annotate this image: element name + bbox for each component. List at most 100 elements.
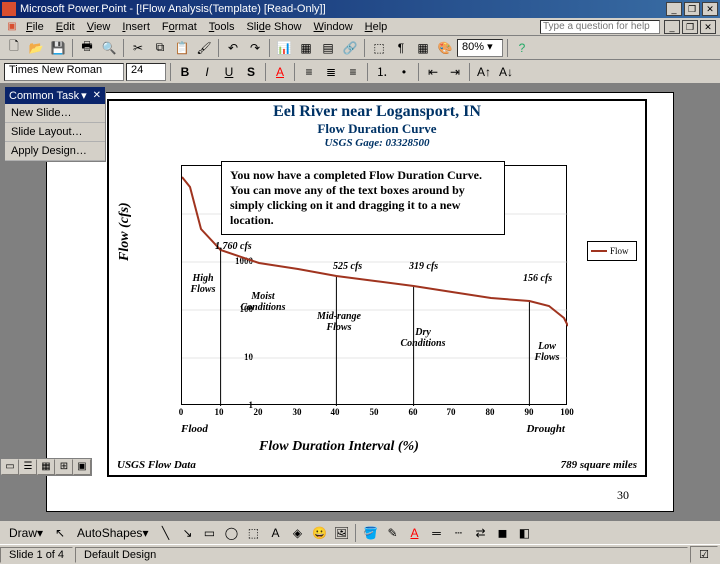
bullets-icon[interactable]: • — [394, 62, 414, 82]
taskpane-apply-design[interactable]: Apply Design… — [5, 142, 105, 161]
fontsize-select[interactable]: 24 — [126, 63, 166, 81]
statusbar: Slide 1 of 4 Default Design ☑ — [0, 544, 720, 564]
xtick-20: 20 — [254, 407, 263, 417]
menubar: ▣ File Edit View Insert Format Tools Sli… — [0, 18, 720, 36]
legend-line-icon — [591, 250, 607, 252]
xtick-90: 90 — [525, 407, 534, 417]
new-icon[interactable]: 🗋 — [4, 38, 24, 58]
sorter-view-icon[interactable]: ⊞ — [55, 459, 73, 475]
slide-canvas[interactable]: Eel River near Logansport, IN Flow Durat… — [46, 92, 674, 512]
value-1760: 1,760 cfs — [215, 241, 252, 252]
align-left-icon[interactable]: ≡ — [299, 62, 319, 82]
open-icon[interactable]: 📂 — [26, 38, 46, 58]
value-156: 156 cfs — [523, 273, 552, 284]
menu-slideshow[interactable]: Slide Show — [240, 20, 307, 34]
xtick-100: 100 — [560, 407, 574, 417]
taskpane-slide-layout[interactable]: Slide Layout… — [5, 123, 105, 142]
fontcolor-button[interactable]: A — [270, 62, 290, 82]
xtick-40: 40 — [331, 407, 340, 417]
toolbar-standard: 🗋 📂 💾 🖶 🔍 ✂ ⧉ 📋 🖌 ↶ ↷ 📊 ▦ ▤ 🔗 ⬚ ¶ ▦ 🎨 80… — [0, 36, 720, 60]
show-formatting-icon[interactable]: ¶ — [391, 38, 411, 58]
help-search-input[interactable] — [540, 20, 660, 34]
region-midrange: Mid-range Flows — [309, 311, 369, 333]
decrease-indent-icon[interactable]: ⇤ — [423, 62, 443, 82]
italic-button[interactable]: I — [197, 62, 217, 82]
slide-pane: Eel River near Logansport, IN Flow Durat… — [0, 84, 720, 520]
status-slide: Slide 1 of 4 — [0, 547, 73, 563]
increase-font-icon[interactable]: A↑ — [474, 62, 494, 82]
status-spellcheck-icon[interactable]: ☑ — [690, 546, 718, 563]
undo-icon[interactable]: ↶ — [223, 38, 243, 58]
region-high: High Flows — [183, 273, 223, 295]
window-titlebar: Microsoft Power.Point - [!Flow Analysis(… — [0, 0, 720, 18]
chart-subtitle: Flow Duration Curve — [109, 121, 645, 137]
slide-view-icon[interactable]: ▦ — [37, 459, 55, 475]
bold-button[interactable]: B — [175, 62, 195, 82]
help-icon[interactable]: ? — [512, 38, 532, 58]
shadow-button[interactable]: S — [241, 62, 261, 82]
close-button[interactable]: ✕ — [702, 2, 718, 16]
taskpane-new-slide[interactable]: New Slide… — [5, 104, 105, 123]
normal-view-icon[interactable]: ▭ — [1, 459, 19, 475]
menu-help[interactable]: Help — [359, 20, 394, 34]
menu-edit[interactable]: Edit — [50, 20, 81, 34]
tables-borders-icon[interactable]: ▤ — [318, 38, 338, 58]
view-buttons: ▭ ☰ ▦ ⊞ ▣ — [0, 458, 92, 476]
xtick-30: 30 — [293, 407, 302, 417]
decrease-font-icon[interactable]: A↓ — [496, 62, 516, 82]
copy-icon[interactable]: ⧉ — [150, 38, 170, 58]
menu-insert[interactable]: Insert — [116, 20, 156, 34]
align-right-icon[interactable]: ≡ — [343, 62, 363, 82]
doc-close-button[interactable]: ✕ — [700, 20, 716, 34]
xtick-60: 60 — [409, 407, 418, 417]
increase-indent-icon[interactable]: ⇥ — [445, 62, 465, 82]
doc-control-icon[interactable]: ▣ — [4, 20, 20, 34]
numbered-list-icon[interactable]: ⒈ — [372, 62, 392, 82]
xtick-0: 0 — [179, 407, 184, 417]
minimize-button[interactable]: _ — [666, 2, 682, 16]
redo-icon[interactable]: ↷ — [245, 38, 265, 58]
taskpane-header[interactable]: Common Task▾ ✕ — [5, 87, 105, 104]
menu-file[interactable]: File — [20, 20, 50, 34]
align-center-icon[interactable]: ≣ — [321, 62, 341, 82]
app-icon — [2, 2, 16, 16]
menu-tools[interactable]: Tools — [203, 20, 241, 34]
chart-frame[interactable]: Eel River near Logansport, IN Flow Durat… — [107, 99, 647, 477]
taskpane-close-icon[interactable]: ✕ — [93, 90, 101, 101]
region-low: Low Flows — [527, 341, 567, 363]
color-icon[interactable]: 🎨 — [435, 38, 455, 58]
hyperlink-icon[interactable]: 🔗 — [340, 38, 360, 58]
chart-ylabel: Flow (cfs) — [117, 202, 133, 261]
grid-icon[interactable]: ▦ — [413, 38, 433, 58]
chart-title: Eel River near Logansport, IN — [109, 103, 645, 121]
slideshow-view-icon[interactable]: ▣ — [73, 459, 91, 475]
menu-window[interactable]: Window — [308, 20, 359, 34]
label-flood: Flood — [181, 423, 208, 435]
print-icon[interactable]: 🖶 — [77, 38, 97, 58]
underline-button[interactable]: U — [219, 62, 239, 82]
doc-restore-button[interactable]: ❐ — [682, 20, 698, 34]
paste-icon[interactable]: 📋 — [172, 38, 192, 58]
zoom-select[interactable]: 80% ▾ — [457, 39, 503, 57]
table-icon[interactable]: ▦ — [296, 38, 316, 58]
menu-format[interactable]: Format — [156, 20, 203, 34]
xtick-10: 10 — [215, 407, 224, 417]
expand-icon[interactable]: ⬚ — [369, 38, 389, 58]
doc-minimize-button[interactable]: _ — [664, 20, 680, 34]
label-area: 789 square miles — [561, 459, 637, 471]
outline-view-icon[interactable]: ☰ — [19, 459, 37, 475]
save-icon[interactable]: 💾 — [48, 38, 68, 58]
instruction-callout[interactable]: You now have a completed Flow Duration C… — [221, 161, 505, 235]
preview-icon[interactable]: 🔍 — [99, 38, 119, 58]
region-moist: Moist Conditions — [233, 291, 293, 313]
label-usgs-data: USGS Flow Data — [117, 459, 196, 471]
font-select[interactable]: Times New Roman — [4, 63, 124, 81]
cut-icon[interactable]: ✂ — [128, 38, 148, 58]
menu-view[interactable]: View — [81, 20, 117, 34]
format-painter-icon[interactable]: 🖌 — [194, 38, 214, 58]
value-525: 525 cfs — [333, 261, 362, 272]
chart-icon[interactable]: 📊 — [274, 38, 294, 58]
restore-button[interactable]: ❐ — [684, 2, 700, 16]
workspace: Common Task▾ ✕ New Slide… Slide Layout… … — [0, 84, 720, 520]
doc-title: [!Flow Analysis(Template) [Read-Only]] — [136, 3, 326, 15]
